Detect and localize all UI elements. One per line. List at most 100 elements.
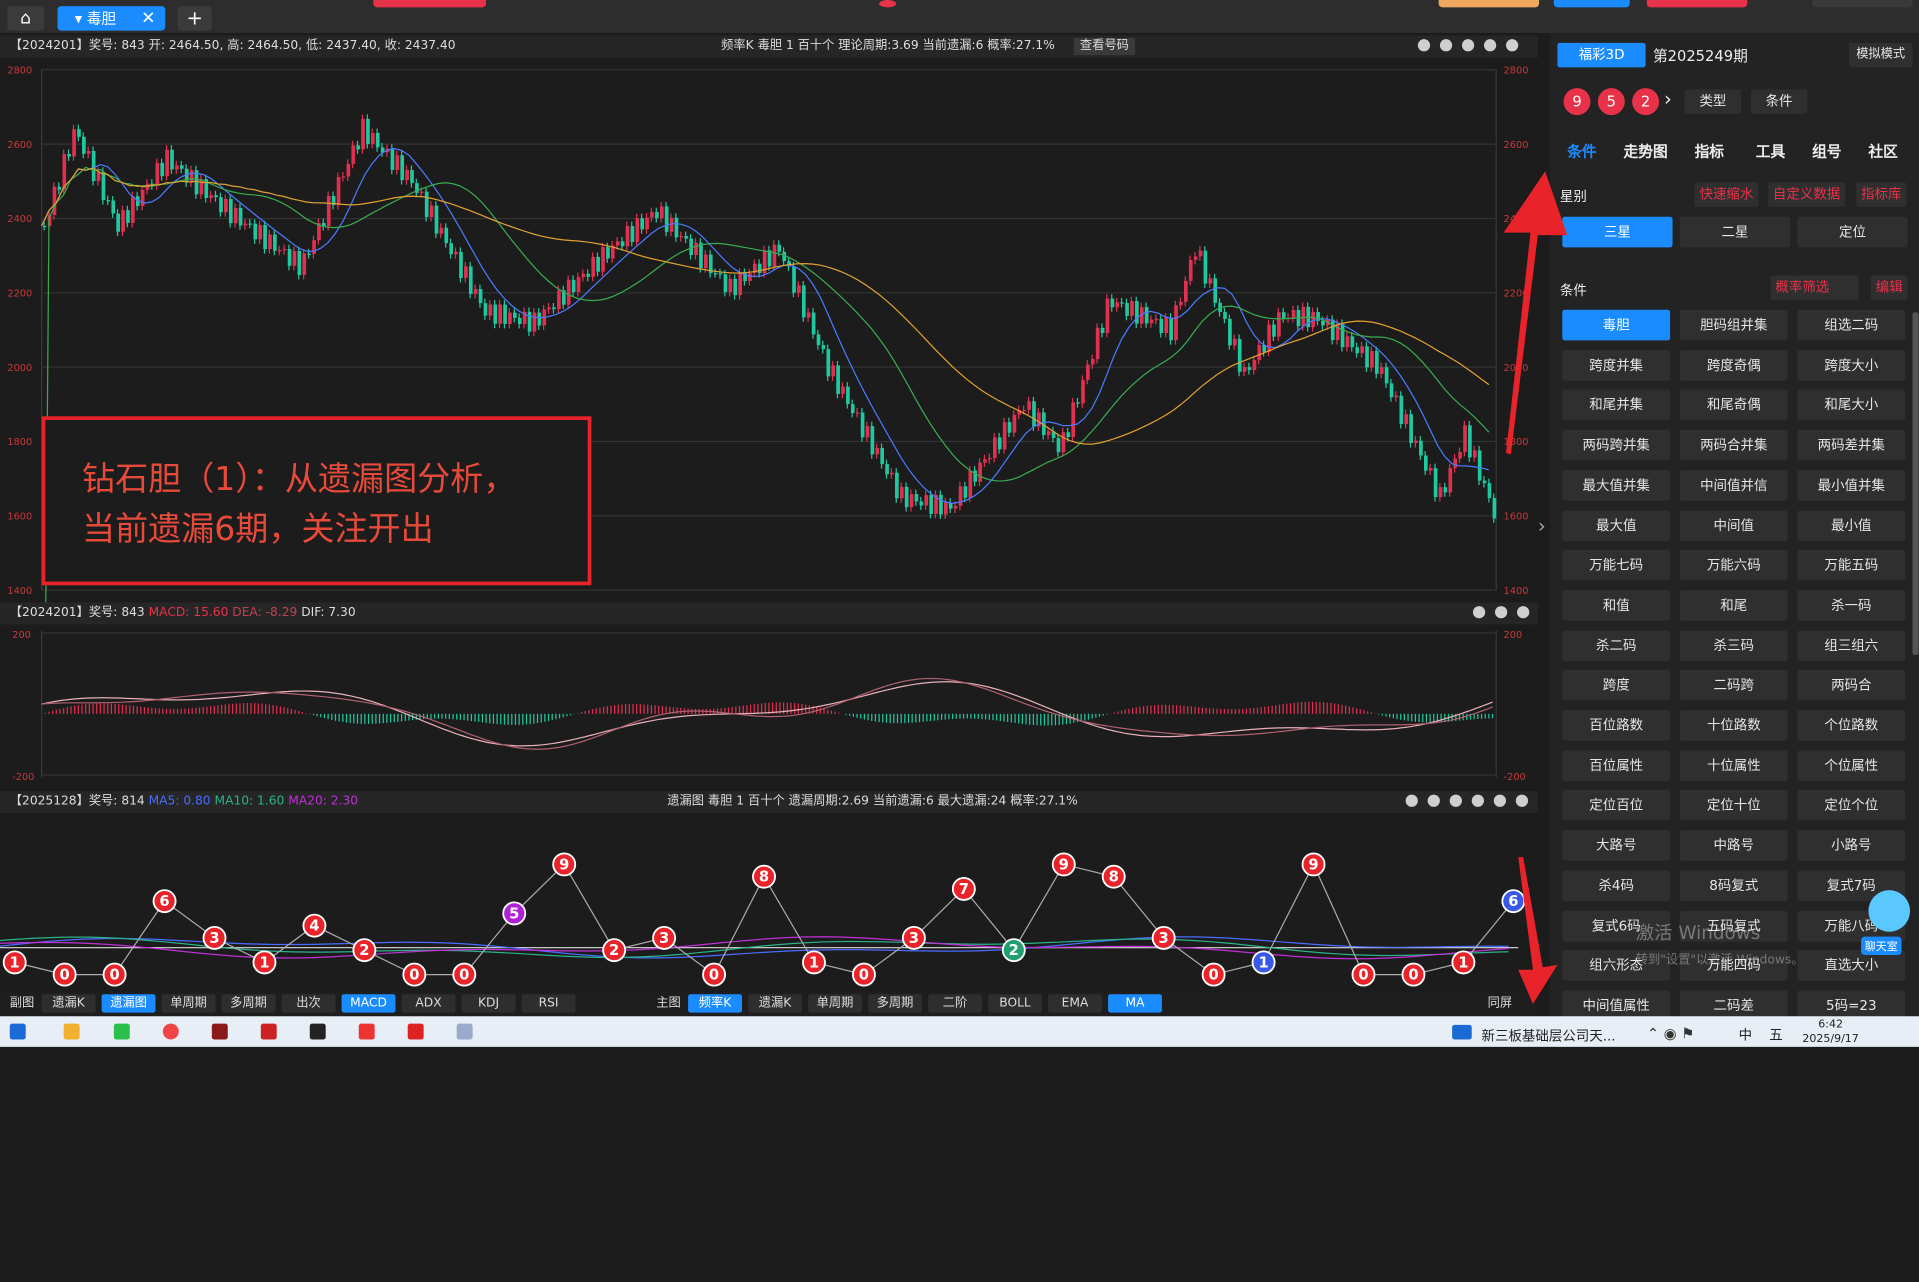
mainchart-tab[interactable]: BOLL <box>988 994 1042 1013</box>
condition-item[interactable]: 十位路数 <box>1679 710 1788 741</box>
condition-item[interactable]: 个位属性 <box>1797 750 1906 781</box>
custom-data-button[interactable]: 自定义数据 <box>1768 182 1846 207</box>
condition-item[interactable]: 和尾大小 <box>1797 389 1906 421</box>
indicator-lib-button[interactable]: 指标库 <box>1856 182 1907 207</box>
pin-icon[interactable] <box>1405 794 1418 807</box>
condition-item[interactable]: 组选二码 <box>1797 309 1906 341</box>
subchart-tab[interactable]: ADX <box>401 994 456 1013</box>
app-icon[interactable] <box>211 1023 228 1040</box>
candle <box>640 218 645 230</box>
condition-item[interactable]: 万能五码 <box>1797 549 1906 581</box>
nav-tab[interactable]: 社区 <box>1868 141 1897 162</box>
condition-item[interactable]: 二码跨 <box>1679 670 1788 701</box>
prob-filter-select[interactable]: 概率筛选 <box>1770 275 1859 300</box>
condition-item[interactable]: 最小值 <box>1797 509 1906 541</box>
nav-tab[interactable]: 走势图 <box>1624 141 1668 162</box>
condition-item[interactable]: 万能六码 <box>1679 549 1788 581</box>
edit-icon[interactable] <box>1417 39 1431 52</box>
condition-select[interactable]: 条件 <box>1750 89 1808 114</box>
condition-item[interactable]: 最小值并集 <box>1797 469 1906 501</box>
pdf-icon[interactable] <box>260 1023 277 1040</box>
hide-icon[interactable] <box>1439 39 1453 52</box>
condition-item[interactable]: 个位路数 <box>1797 710 1906 741</box>
mainchart-tab[interactable]: 遗漏K <box>748 994 802 1013</box>
windows-start-icon[interactable] <box>9 1023 26 1040</box>
tray-icons[interactable]: ⌃ ◉ ⚑ <box>1647 1025 1695 1042</box>
condition-item[interactable]: 两码差并集 <box>1797 429 1906 461</box>
file-explorer-icon[interactable] <box>63 1023 80 1040</box>
close-icon[interactable]: ✕ <box>141 6 155 30</box>
view-numbers-button[interactable]: 查看号码 <box>1073 37 1136 56</box>
chevron-right-icon[interactable]: › <box>1664 87 1672 110</box>
qq-icon[interactable] <box>309 1023 326 1040</box>
scrollbar[interactable] <box>1912 312 1919 656</box>
down-icon[interactable] <box>1483 39 1497 52</box>
app-icon-3[interactable] <box>456 1023 473 1040</box>
lottery-select[interactable]: 福彩3D <box>1557 42 1646 68</box>
star-option[interactable]: 定位 <box>1797 216 1908 248</box>
up-icon[interactable] <box>1449 794 1462 807</box>
condition-item[interactable]: 组三组六 <box>1797 630 1906 661</box>
condition-item[interactable]: 小路号 <box>1797 830 1906 861</box>
mainchart-tab[interactable]: 二阶 <box>928 994 982 1013</box>
subchart-tab[interactable]: MACD <box>341 994 396 1013</box>
condition-item[interactable]: 定位个位 <box>1797 790 1906 821</box>
chat-bubble-icon[interactable] <box>1868 890 1911 932</box>
wechat-icon[interactable] <box>113 1023 130 1040</box>
condition-item[interactable]: 中间值 <box>1679 509 1788 541</box>
condition-item[interactable]: 中间值并信 <box>1679 469 1788 501</box>
subchart-tab[interactable]: 多周期 <box>221 994 276 1013</box>
omit-point-label: 0 <box>1209 967 1219 984</box>
omit-chart[interactable]: 10 0631420 0592308103729830190 016 <box>0 814 1538 988</box>
hide-icon[interactable] <box>1427 794 1440 807</box>
condition-item[interactable]: 两码合 <box>1797 670 1906 701</box>
subchart-tab[interactable]: 出次 <box>281 994 336 1013</box>
mainchart-tab[interactable]: EMA <box>1048 994 1102 1013</box>
wps-icon[interactable] <box>358 1023 375 1040</box>
news-text[interactable]: 新三板基础层公司天... <box>1482 1026 1616 1046</box>
subchart-tab[interactable]: KDJ <box>461 994 516 1013</box>
condition-item[interactable]: 定位十位 <box>1679 790 1788 821</box>
mainchart-tab[interactable]: 多周期 <box>868 994 922 1013</box>
up-icon[interactable] <box>1461 39 1475 52</box>
star-option[interactable]: 二星 <box>1679 216 1791 248</box>
type-select[interactable]: 类型 <box>1684 89 1742 114</box>
clock-date[interactable]: 2025/9/17 <box>1802 1033 1859 1045</box>
top-orange-chip <box>1438 0 1540 8</box>
subchart-tab[interactable]: 遗漏图 <box>101 994 156 1013</box>
condition-item[interactable]: 和尾奇偶 <box>1679 389 1788 421</box>
condition-item[interactable]: 两码合并集 <box>1679 429 1788 461</box>
condition-item[interactable]: 胆码组并集 <box>1679 309 1788 341</box>
mainchart-tab[interactable]: MA <box>1108 994 1162 1013</box>
ime-indicator[interactable]: 中 <box>1739 1025 1752 1045</box>
ime-mode[interactable]: 五 <box>1769 1025 1782 1045</box>
sim-mode-button[interactable]: 模拟模式 <box>1848 42 1913 68</box>
macd-chart[interactable]: 200 200-200 -200 <box>0 626 1538 785</box>
condition-item[interactable]: 跨度大小 <box>1797 349 1906 381</box>
condition-item[interactable]: 中路号 <box>1679 830 1788 861</box>
subchart-tab[interactable]: 单周期 <box>161 994 216 1013</box>
browser-icon[interactable] <box>162 1023 179 1040</box>
nav-tab[interactable]: 组号 <box>1812 141 1841 162</box>
home-icon[interactable]: ⌂ <box>7 6 45 31</box>
subchart-tab[interactable]: 遗漏K <box>41 994 96 1013</box>
nav-tab[interactable]: 工具 <box>1756 141 1785 162</box>
condition-item[interactable]: 十位属性 <box>1679 750 1788 781</box>
mainchart-tab[interactable]: 频率K <box>688 994 742 1013</box>
tab-dudan[interactable]: ▾ 毒胆 ✕ <box>57 6 166 31</box>
app-icon-2[interactable] <box>407 1023 424 1040</box>
settings-icon[interactable] <box>1506 39 1519 52</box>
condition-item[interactable]: 杀三码 <box>1679 630 1788 661</box>
subchart-tab[interactable]: RSI <box>521 994 576 1013</box>
mainchart-tab[interactable]: 单周期 <box>808 994 862 1013</box>
condition-item[interactable]: 杀一码 <box>1797 590 1906 621</box>
nav-tab[interactable]: 指标 <box>1695 141 1724 162</box>
add-tab-button[interactable]: + <box>177 6 212 31</box>
edit-button[interactable]: 编辑 <box>1870 275 1908 300</box>
condition-item[interactable]: 跨度奇偶 <box>1679 349 1788 381</box>
condition-item[interactable]: 8码复式 <box>1679 870 1788 901</box>
clock-time[interactable]: 6:42 <box>1818 1019 1843 1031</box>
condition-item[interactable]: 和尾 <box>1679 590 1788 621</box>
quick-shrink-button[interactable]: 快速缩水 <box>1694 182 1759 207</box>
chat-room-button[interactable]: 聊天室 <box>1861 936 1902 956</box>
